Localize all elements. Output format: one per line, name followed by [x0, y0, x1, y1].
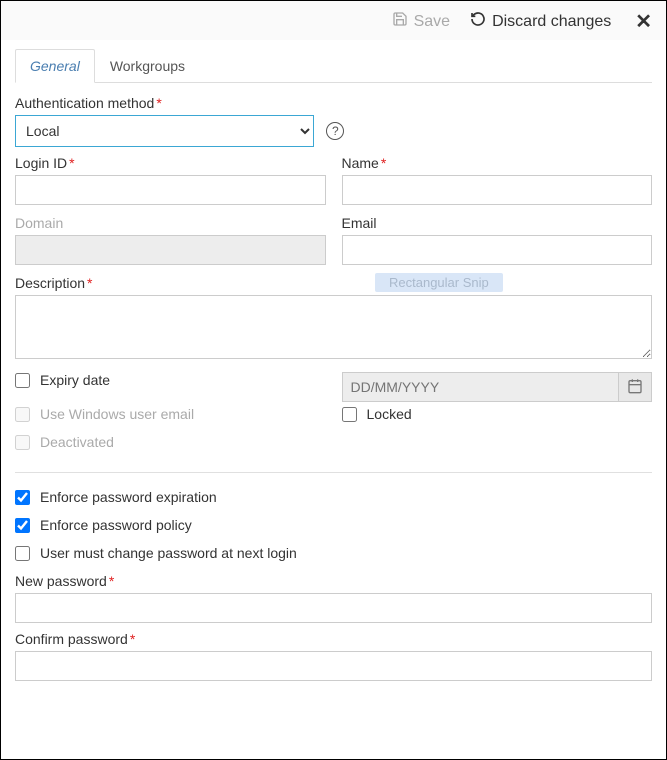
tab-bar: General Workgroups — [15, 48, 652, 83]
email-label: Email — [342, 215, 653, 231]
auth-method-label: Authentication method* — [15, 95, 652, 111]
calendar-button[interactable] — [618, 372, 652, 402]
use-windows-email-checkbox — [15, 407, 30, 422]
name-label: Name* — [342, 155, 653, 171]
required-star: * — [87, 275, 92, 291]
description-label: Description* — [15, 275, 652, 291]
required-star: * — [381, 155, 386, 171]
toolbar: Save Discard changes ✕ — [1, 1, 666, 40]
must-change-checkbox[interactable] — [15, 546, 30, 561]
new-password-input[interactable] — [15, 593, 652, 623]
description-textarea[interactable] — [15, 295, 652, 359]
snip-badge: Rectangular Snip — [375, 273, 503, 292]
must-change-label: User must change password at next login — [40, 545, 297, 561]
enforce-expiration-checkbox[interactable] — [15, 490, 30, 505]
save-button: Save — [392, 11, 450, 32]
domain-input — [15, 235, 326, 265]
deactivated-label: Deactivated — [40, 434, 114, 450]
help-icon[interactable]: ? — [326, 122, 344, 140]
undo-icon — [470, 11, 486, 32]
expiry-date-input — [342, 372, 619, 402]
expiry-date-label: Expiry date — [40, 372, 110, 388]
discard-label: Discard changes — [492, 13, 611, 31]
domain-label: Domain — [15, 215, 326, 231]
save-label: Save — [414, 13, 450, 31]
enforce-policy-label: Enforce password policy — [40, 517, 192, 533]
tab-general[interactable]: General — [15, 49, 95, 83]
tab-workgroups[interactable]: Workgroups — [95, 49, 200, 83]
deactivated-checkbox — [15, 435, 30, 450]
required-star: * — [109, 573, 114, 589]
locked-label: Locked — [367, 406, 412, 422]
divider — [15, 472, 652, 473]
required-star: * — [69, 155, 74, 171]
new-password-label: New password* — [15, 573, 652, 589]
discard-button[interactable]: Discard changes — [470, 11, 611, 32]
confirm-password-input[interactable] — [15, 651, 652, 681]
required-star: * — [156, 95, 161, 111]
enforce-policy-checkbox[interactable] — [15, 518, 30, 533]
save-icon — [392, 11, 408, 32]
use-windows-email-label: Use Windows user email — [40, 406, 194, 422]
required-star: * — [130, 631, 135, 647]
locked-checkbox[interactable] — [342, 407, 357, 422]
confirm-password-label: Confirm password* — [15, 631, 652, 647]
form-general: Authentication method* Local ? Login ID*… — [1, 83, 666, 709]
auth-method-select[interactable]: Local — [15, 115, 314, 147]
calendar-icon — [627, 378, 643, 397]
expiry-date-checkbox[interactable] — [15, 373, 30, 388]
email-input[interactable] — [342, 235, 653, 265]
enforce-expiration-label: Enforce password expiration — [40, 489, 217, 505]
login-id-label: Login ID* — [15, 155, 326, 171]
name-input[interactable] — [342, 175, 653, 205]
login-id-input[interactable] — [15, 175, 326, 205]
close-button[interactable]: ✕ — [635, 9, 652, 34]
